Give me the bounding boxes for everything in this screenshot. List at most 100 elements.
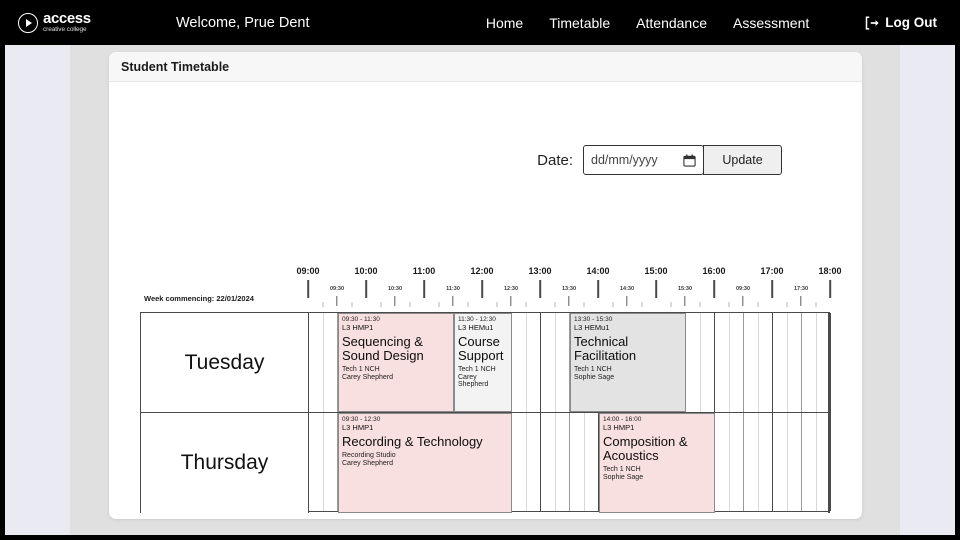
axis-quarter-hour-tick [496,302,497,307]
brand-text: access creative college [43,11,91,34]
page-background: access creative college Welcome, Prue De… [5,0,955,535]
axis-half-hour-tick [568,296,569,306]
brand-tagline: creative college [43,27,91,34]
update-button[interactable]: Update [703,145,782,175]
timetable-event[interactable]: 13:30 - 15:30L3 HEMu1Technical Facilitat… [570,313,686,412]
axis-half-hour-tick [626,296,627,306]
axis-half-hour-label: 11:30 [446,286,460,292]
axis-hour-label: 10:00 [354,266,377,276]
axis-hour-tick [597,280,599,298]
axis-hour-label: 13:00 [528,266,551,276]
event-time: 09:30 - 12:30 [342,416,508,423]
axis-half-hour-label: 14:30 [620,286,634,292]
timetable-event[interactable]: 14:00 - 16:00L3 HMP1Composition & Acoust… [599,413,715,513]
event-course-code: L3 HEMu1 [574,324,682,332]
page-title: Student Timetable [121,60,229,74]
event-time: 11:30 - 12:30 [458,316,508,323]
axis-quarter-hour-tick [699,302,700,307]
axis-hour-label: 18:00 [818,266,841,276]
event-title: Recording & Technology [342,435,508,449]
axis-hour-tick [307,280,309,298]
event-course-code: L3 HEMu1 [458,324,508,332]
nav-links: Home Timetable Attendance Assessment Log… [486,15,937,31]
axis-hour-tick [481,280,483,298]
axis-half-hour-tick [394,296,395,306]
axis-half-hour-label: 10:30 [388,286,402,292]
timetable-event[interactable]: 11:30 - 12:30L3 HEMu1 Course Support Tech … [454,313,512,412]
axis-half-hour-label: 12:30 [504,286,518,292]
screen: access creative college Welcome, Prue De… [0,0,960,540]
axis-hour-label: 17:00 [760,266,783,276]
day-row: Thursday 09:30 - 12:30L3 HMP1 Recording & … [140,413,830,513]
axis-half-hour-tick [742,296,743,306]
event-tutor: Carey Shepherd [342,460,508,468]
event-room: Recording Studio [342,452,508,460]
timetable-event[interactable]: 09:30 - 11:30L3 HMP1Sequencing & Sound D… [338,313,454,412]
axis-hour-label: 09:00 [296,266,319,276]
date-input[interactable]: dd/mm/yyyy [583,145,704,175]
axis-half-hour-label: 17:30 [794,286,808,292]
axis-quarter-hour-tick [786,302,787,307]
axis-quarter-hour-tick [467,302,468,307]
nav-link-home[interactable]: Home [486,15,523,31]
event-tutor: Sophie Sage [574,374,682,382]
event-course-code: L3 HMP1 [342,424,508,432]
brand-logo[interactable]: access creative college [18,11,118,34]
axis-hour-label: 14:00 [586,266,609,276]
axis-hour-tick [365,280,367,298]
axis-quarter-hour-tick [612,302,613,307]
axis-half-hour-label: 09:30 [736,286,750,292]
axis-hour-tick [829,280,831,298]
axis-quarter-hour-tick [670,302,671,307]
event-title: Course Support [458,335,508,363]
logout-label: Log Out [885,15,937,30]
welcome-message: Welcome, Prue Dent [176,15,310,31]
timetable-grid: Week commencing: 22/01/2024 09:0010:0011… [140,220,830,512]
axis-quarter-hour-tick [583,302,584,307]
day-name-label: Thursday [141,413,309,513]
axis-half-hour-tick [510,296,511,306]
date-label: Date: [537,152,573,169]
event-tutor: Carey Shepherd [342,374,450,382]
axis-quarter-hour-tick [351,302,352,307]
card-body: Date: dd/mm/yyyy Update Week com [109,82,862,518]
axis-quarter-hour-tick [409,302,410,307]
calendar-icon[interactable] [683,154,696,167]
event-time: 14:00 - 16:00 [603,416,711,423]
timetable-card: Student Timetable Date: dd/mm/yyyy [109,52,862,519]
axis-hour-tick [713,280,715,298]
top-navigation-bar: access creative college Welcome, Prue De… [5,0,955,45]
grid-line [830,313,831,511]
axis-half-hour-label: 09:30 [330,286,344,292]
event-time: 09:30 - 11:30 [342,316,450,323]
axis-hour-tick [423,280,425,298]
axis-half-hour-tick [684,296,685,306]
event-room: Tech 1 NCH [574,366,682,374]
time-axis: 09:0010:0011:0012:0013:0014:0015:0016:00… [140,266,830,312]
schedule-grid: Tuesday 09:30 - 11:30L3 HMP1Sequencing & … [140,312,830,512]
axis-quarter-hour-tick [757,302,758,307]
axis-quarter-hour-tick [641,302,642,307]
day-name-label: Tuesday [141,313,309,412]
axis-half-hour-tick [452,296,453,306]
grid-right-border [828,413,830,513]
event-title: Technical Facilitation [574,335,682,363]
nav-link-timetable[interactable]: Timetable [549,15,610,31]
axis-hour-label: 12:00 [470,266,493,276]
axis-hour-label: 11:00 [413,266,436,276]
date-controls: Date: dd/mm/yyyy Update [109,145,862,175]
event-title: Composition & Acoustics [603,435,711,463]
axis-half-hour-tick [800,296,801,306]
axis-hour-tick [655,280,657,298]
date-input-placeholder: dd/mm/yyyy [591,153,679,167]
event-room: Tech 1 NCH [458,366,508,374]
timetable-event[interactable]: 09:30 - 12:30L3 HMP1 Recording & Technolo… [338,413,512,513]
nav-link-assessment[interactable]: Assessment [733,15,809,31]
event-tutor: Sophie Sage [603,474,711,482]
axis-hour-tick [539,280,541,298]
nav-link-attendance[interactable]: Attendance [636,15,707,31]
logout-button[interactable]: Log Out [865,15,937,30]
axis-hour-label: 15:00 [644,266,667,276]
axis-quarter-hour-tick [554,302,555,307]
axis-half-hour-label: 13:30 [562,286,576,292]
